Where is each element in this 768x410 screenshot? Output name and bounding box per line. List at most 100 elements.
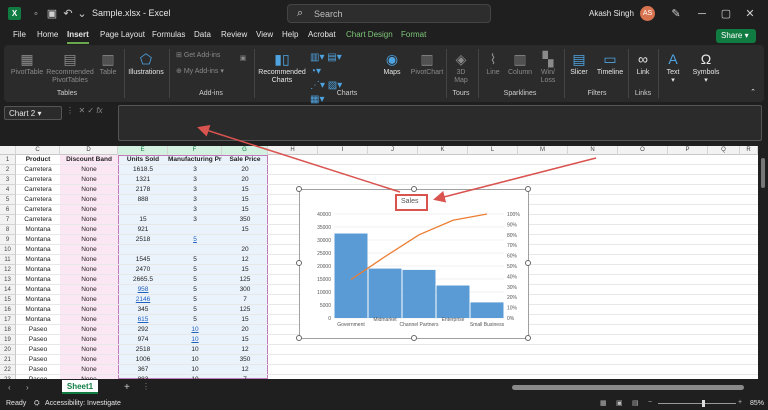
- table-cell[interactable]: 883: [118, 375, 168, 379]
- table-cell[interactable]: 15: [222, 225, 268, 235]
- zoom-in-icon[interactable]: +: [738, 399, 742, 406]
- table-cell[interactable]: 350: [222, 355, 268, 365]
- chart-title[interactable]: Sales: [401, 198, 419, 205]
- table-cell[interactable]: Montana: [16, 305, 60, 315]
- column-header[interactable]: Q: [708, 146, 740, 155]
- table-cell[interactable]: Montana: [16, 225, 60, 235]
- undo-icon[interactable]: ↶: [62, 8, 74, 20]
- zoom-out-icon[interactable]: −: [648, 399, 652, 406]
- next-sheet-icon[interactable]: ›: [26, 383, 29, 392]
- table-cell[interactable]: Paseo: [16, 365, 60, 375]
- row-header[interactable]: 9: [0, 235, 16, 245]
- zoom-slider-thumb[interactable]: [702, 400, 705, 407]
- column-header[interactable]: H: [268, 146, 318, 155]
- restore-icon[interactable]: ▢: [720, 8, 732, 20]
- resize-handle[interactable]: [296, 260, 302, 266]
- resize-handle[interactable]: [296, 335, 302, 341]
- table-cell[interactable]: 350: [222, 215, 268, 225]
- table-cell[interactable]: None: [60, 305, 118, 315]
- table-cell[interactable]: 5: [168, 265, 222, 275]
- column-header[interactable]: I: [318, 146, 368, 155]
- table-cell[interactable]: None: [60, 325, 118, 335]
- table-cell[interactable]: 1321: [118, 175, 168, 185]
- select-all-corner[interactable]: [0, 146, 16, 155]
- table-cell[interactable]: 888: [118, 195, 168, 205]
- row-header[interactable]: 1: [0, 155, 16, 165]
- add-sheet-icon[interactable]: +: [124, 382, 130, 393]
- table-cell[interactable]: None: [60, 235, 118, 245]
- table-cell[interactable]: Montana: [16, 255, 60, 265]
- tab-formulas[interactable]: Formulas: [152, 30, 185, 39]
- row-header[interactable]: 14: [0, 285, 16, 295]
- table-cell[interactable]: 1545: [118, 255, 168, 265]
- table-cell[interactable]: 5: [168, 275, 222, 285]
- table-cell[interactable]: None: [60, 315, 118, 325]
- table-cell[interactable]: 10: [168, 325, 222, 335]
- table-cell[interactable]: None: [60, 285, 118, 295]
- link-button[interactable]: ∞ Link: [630, 51, 656, 77]
- table-cell[interactable]: None: [60, 375, 118, 379]
- slicer-button[interactable]: ▤ Slicer: [566, 51, 592, 77]
- table-cell[interactable]: None: [60, 365, 118, 375]
- table-cell[interactable]: Carretera: [16, 195, 60, 205]
- sparkline-winloss-button[interactable]: ▚ Win/ Loss: [536, 51, 560, 85]
- table-cell[interactable]: Paseo: [16, 355, 60, 365]
- table-cell[interactable]: 20: [222, 175, 268, 185]
- table-cell[interactable]: 958: [118, 285, 168, 295]
- column-header[interactable]: K: [418, 146, 468, 155]
- resize-handle[interactable]: [525, 186, 531, 192]
- table-cell[interactable]: Montana: [16, 245, 60, 255]
- maps-button[interactable]: ◉ Maps: [379, 51, 405, 77]
- row-header[interactable]: 20: [0, 345, 16, 355]
- table-cell[interactable]: 10: [168, 375, 222, 379]
- column-header[interactable]: F: [168, 146, 222, 155]
- table-cell[interactable]: 3: [168, 165, 222, 175]
- row-header[interactable]: 12: [0, 265, 16, 275]
- table-cell[interactable]: Montana: [16, 315, 60, 325]
- row-header[interactable]: 23: [0, 375, 16, 379]
- sheet-tab-sheet1[interactable]: Sheet1: [62, 380, 98, 394]
- minimize-icon[interactable]: ─: [696, 8, 708, 20]
- table-cell[interactable]: 10: [168, 345, 222, 355]
- close-icon[interactable]: ✕: [744, 8, 756, 20]
- table-cell[interactable]: 5: [168, 305, 222, 315]
- table-cell[interactable]: None: [60, 335, 118, 345]
- tab-format[interactable]: Format: [401, 30, 426, 39]
- tab-view[interactable]: View: [256, 30, 273, 39]
- tab-help[interactable]: Help: [282, 30, 298, 39]
- row-header[interactable]: 19: [0, 335, 16, 345]
- table-cell[interactable]: 974: [118, 335, 168, 345]
- my-addins-button[interactable]: ⊕ My Add-ins ▾: [176, 68, 236, 76]
- row-header[interactable]: 7: [0, 215, 16, 225]
- table-cell[interactable]: None: [60, 355, 118, 365]
- table-cell[interactable]: 345: [118, 305, 168, 315]
- row-header[interactable]: 2: [0, 165, 16, 175]
- table-cell[interactable]: Discount Band: [60, 155, 118, 165]
- formula-input[interactable]: [118, 105, 762, 141]
- timeline-button[interactable]: ▭ Timeline: [594, 51, 626, 77]
- table-cell[interactable]: Carretera: [16, 185, 60, 195]
- table-cell[interactable]: 5: [168, 315, 222, 325]
- table-cell[interactable]: 5: [168, 295, 222, 305]
- table-cell[interactable]: None: [60, 205, 118, 215]
- table-cell[interactable]: Carretera: [16, 205, 60, 215]
- tab-review[interactable]: Review: [221, 30, 247, 39]
- row-header[interactable]: 6: [0, 205, 16, 215]
- addins-excel-icon[interactable]: ▣: [238, 55, 248, 63]
- resize-handle[interactable]: [411, 335, 417, 341]
- enter-icon[interactable]: ✓: [87, 106, 94, 115]
- 3d-map-button[interactable]: ◈ 3D Map: [450, 51, 472, 85]
- table-cell[interactable]: None: [60, 185, 118, 195]
- tab-data[interactable]: Data: [194, 30, 211, 39]
- zoom-level[interactable]: 85%: [750, 400, 764, 407]
- column-header[interactable]: L: [468, 146, 518, 155]
- column-header[interactable]: O: [618, 146, 668, 155]
- table-cell[interactable]: 15: [222, 265, 268, 275]
- table-cell[interactable]: 20: [222, 165, 268, 175]
- fx-icon[interactable]: fx: [96, 106, 102, 115]
- table-cell[interactable]: 5: [168, 255, 222, 265]
- row-header[interactable]: 11: [0, 255, 16, 265]
- column-header[interactable]: N: [568, 146, 618, 155]
- table-cell[interactable]: 5: [168, 235, 222, 245]
- table-cell[interactable]: None: [60, 295, 118, 305]
